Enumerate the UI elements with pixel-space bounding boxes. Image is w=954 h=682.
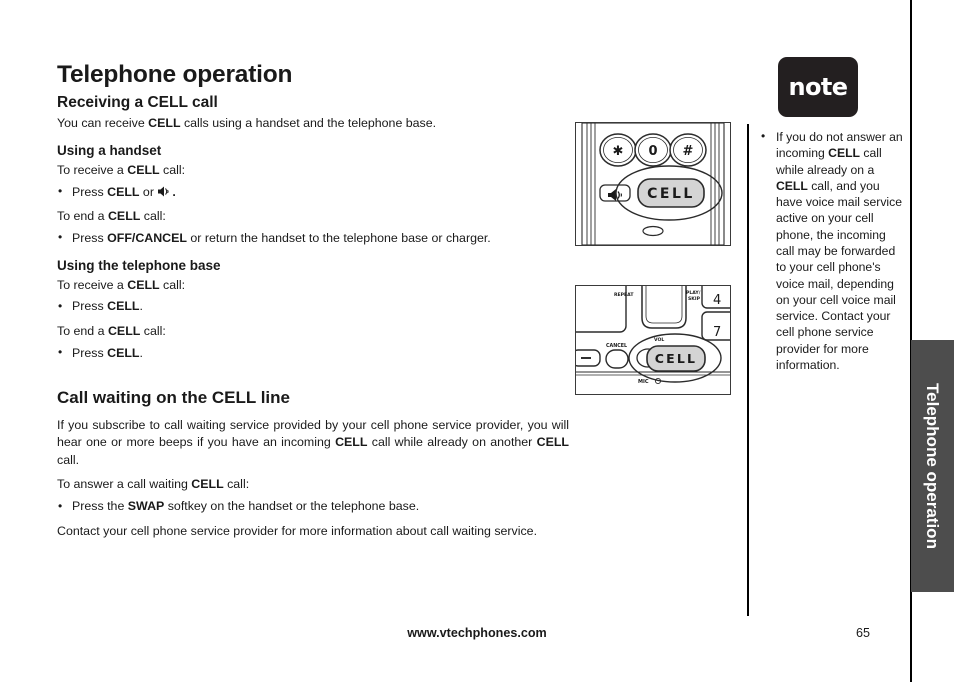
text-run: call: <box>159 163 186 178</box>
section-heading-call-waiting: Call waiting on the CELL line <box>57 388 290 408</box>
footer-website-url: www.vtechphones.com <box>407 626 547 640</box>
text-run: To end a <box>57 323 108 338</box>
note-callout: note If you do not answer an incoming CE… <box>755 57 907 373</box>
list-item: Press OFF/CANCEL or return the handset t… <box>57 229 569 248</box>
note-badge: note <box>778 57 858 117</box>
base-label-skip: SKIP <box>688 296 701 302</box>
receiving-intro-paragraph: You can receive CELL calls using a hands… <box>57 115 569 133</box>
text-run: call while already on another <box>367 435 537 450</box>
list-item: Press CELL. <box>57 344 569 363</box>
bold-term: CELL <box>107 323 141 338</box>
text-run: To end a <box>57 209 108 224</box>
text-run: call: <box>159 277 186 292</box>
base-label-mic: MIC <box>638 379 649 385</box>
text-run: call: <box>140 323 166 338</box>
subheading-using-a-handset: Using a handset <box>57 142 162 158</box>
handset-receive-bullet-list: Press CELL or . <box>57 183 569 202</box>
svg-text:#: # <box>683 144 694 159</box>
base-receive-lead-in: To receive a CELL call: <box>57 277 569 295</box>
note-text: If you do not answer an incoming CELL ca… <box>755 128 907 373</box>
figure-telephone-base-cell-key: 4 7 REPEAT PLAY/ SKIP VOL CANCEL MIC CEL… <box>575 285 731 395</box>
text-run: call: <box>140 209 166 224</box>
base-receive-bullet-list: Press CELL. <box>57 298 569 316</box>
svg-text:0: 0 <box>648 144 657 159</box>
base-label-repeat: REPEAT <box>614 292 634 298</box>
chapter-side-tab: Telephone operation <box>911 340 954 592</box>
list-item: Press the SWAP softkey on the handset or… <box>57 498 569 516</box>
footer-page-number: 65 <box>856 626 871 640</box>
bold-term: CELL <box>127 163 160 178</box>
bold-term: CELL <box>335 435 368 450</box>
note-badge-label: note <box>788 73 849 101</box>
bold-term: SWAP <box>127 499 165 513</box>
bold-term: CELL <box>148 116 181 131</box>
text-run: call, and you have voice mail service ac… <box>776 178 902 372</box>
bold-term: CELL <box>107 209 141 224</box>
text-run: You can receive <box>57 116 149 131</box>
list-item: Press CELL or . <box>57 183 569 202</box>
base-key-7-label: 7 <box>713 325 721 340</box>
chapter-side-tab-label: Telephone operation <box>923 383 943 549</box>
bold-term: CELL <box>191 477 224 492</box>
handset-end-bullet-list: Press OFF/CANCEL or return the handset t… <box>57 229 569 248</box>
call-waiting-lead-in: To answer a call waiting CELL call: <box>57 476 569 494</box>
note-column-divider <box>747 124 749 616</box>
text-run: or return the handset to the telephone b… <box>186 230 491 245</box>
subheading-using-the-telephone-base: Using the telephone base <box>57 257 221 273</box>
base-end-lead-in: To end a CELL call: <box>57 323 569 341</box>
bold-term: CELL <box>127 277 160 292</box>
base-label-vol: VOL <box>654 337 664 343</box>
text-run: call. <box>57 452 80 467</box>
base-end-bullet-list: Press CELL. <box>57 344 569 363</box>
text-run: Press the <box>72 499 128 513</box>
bold-term: CELL <box>828 146 860 161</box>
call-waiting-paragraph-1: If you subscribe to call waiting service… <box>57 417 569 470</box>
text-run: . <box>172 184 176 199</box>
text-run: Press <box>72 230 108 245</box>
section-heading-receiving-cell-call: Receiving a CELL call <box>57 93 218 111</box>
bold-term: CELL <box>776 178 808 193</box>
text-run: Press <box>72 299 108 314</box>
handset-cell-key-label: CELL <box>647 186 695 202</box>
text-run: softkey on the handset or the telephone … <box>164 499 420 513</box>
base-label-play: PLAY/ <box>686 290 701 296</box>
text-run: Press <box>72 184 108 199</box>
bold-term: OFF/CANCEL <box>107 230 187 245</box>
svg-text:✱: ✱ <box>613 144 624 159</box>
handset-receive-lead-in: To receive a CELL call: <box>57 162 569 180</box>
call-waiting-paragraph-2: Contact your cell phone service provider… <box>57 523 538 538</box>
base-illustration: 4 7 REPEAT PLAY/ SKIP VOL CANCEL MIC CEL… <box>576 286 730 394</box>
handset-end-lead-in: To end a CELL call: <box>57 208 569 226</box>
base-key-4-label: 4 <box>713 293 721 308</box>
handset-illustration: ✱ 0 # CELL <box>581 123 725 245</box>
figure-handset-cell-key: ✱ 0 # CELL <box>575 122 731 246</box>
text-run: or <box>139 184 158 199</box>
text-run: . <box>139 299 143 314</box>
bold-term: CELL <box>107 345 140 360</box>
list-item: Press CELL. <box>57 298 569 316</box>
text-run: To receive a <box>57 163 128 178</box>
text-run: Press <box>72 345 108 360</box>
base-label-cancel: CANCEL <box>606 343 627 349</box>
text-run: calls using a handset and the telephone … <box>180 116 437 131</box>
bold-term: CELL <box>107 184 140 199</box>
bold-term: CELL <box>107 299 140 314</box>
page-title: Telephone operation <box>57 61 293 88</box>
main-content-column: Telephone operation Receiving a CELL cal… <box>57 62 569 547</box>
bold-term: CELL <box>536 435 569 450</box>
base-cell-key-label: CELL <box>655 351 697 366</box>
text-run: call: <box>223 477 250 492</box>
call-waiting-bullet-list: Press the SWAP softkey on the handset or… <box>57 498 569 516</box>
text-run: . <box>139 345 143 360</box>
speakerphone-icon <box>157 185 172 197</box>
text-run: To answer a call waiting <box>57 477 192 492</box>
text-run: To receive a <box>57 277 128 292</box>
